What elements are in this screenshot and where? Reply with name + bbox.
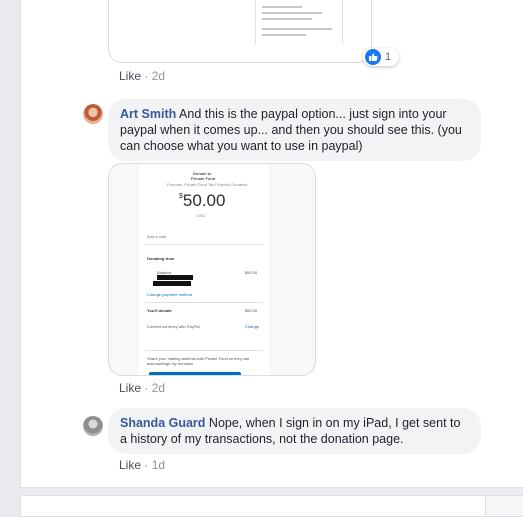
pp-donate-button bbox=[149, 372, 241, 375]
comment-age[interactable]: 2d bbox=[152, 381, 165, 395]
pp-change-method: Change payment method bbox=[147, 292, 192, 297]
pp-currency-symbol: $ bbox=[179, 193, 183, 200]
pp-amount-value: 50.00 bbox=[182, 191, 226, 210]
comment-bubble: Shanda Guard Nope, when I sign in on my … bbox=[108, 408, 481, 454]
pp-you-donate: You'll donate bbox=[147, 308, 172, 313]
divider bbox=[145, 244, 263, 245]
next-post-side-panel bbox=[485, 496, 523, 516]
pp-fund-line: Purpose: Private Fund Tax Finished Donat… bbox=[167, 182, 248, 187]
divider bbox=[145, 302, 263, 303]
document-preview bbox=[255, 0, 343, 44]
redacted-block bbox=[153, 281, 191, 286]
paypal-donation-preview: Donate to Private Fund Purpose: Private … bbox=[139, 164, 269, 375]
thumbs-up-icon bbox=[365, 49, 381, 65]
pp-you-donate-value: $50.00 bbox=[245, 308, 258, 313]
like-link[interactable]: Like bbox=[119, 69, 141, 83]
comment-age[interactable]: 1d bbox=[152, 458, 165, 472]
separator: · bbox=[144, 69, 149, 83]
pp-donating-from: Donating from bbox=[147, 256, 175, 261]
comment-meta: Like · 2d bbox=[119, 381, 165, 395]
comment-author[interactable]: Shanda Guard bbox=[120, 416, 205, 430]
redacted-block bbox=[157, 275, 193, 280]
comment-author[interactable]: Art Smith bbox=[120, 107, 176, 121]
pp-subtitle: Private Fund bbox=[191, 176, 216, 181]
reaction-badge[interactable]: 1 bbox=[363, 48, 400, 66]
pp-currency: USD bbox=[197, 213, 206, 218]
divider bbox=[145, 350, 263, 351]
like-link[interactable]: Like bbox=[119, 458, 141, 472]
pp-share-text: Share your mailing address with Private … bbox=[147, 356, 250, 366]
pp-add-note: Add a note bbox=[147, 234, 167, 239]
next-post-card bbox=[20, 495, 523, 517]
avatar[interactable] bbox=[83, 416, 103, 436]
reaction-count: 1 bbox=[385, 51, 392, 63]
separator: · bbox=[144, 458, 149, 472]
comment-age[interactable]: 2d bbox=[152, 69, 165, 83]
separator: · bbox=[144, 381, 149, 395]
pp-convert: Convert currency with PayPal bbox=[147, 324, 200, 329]
pp-amount: $50.00 bbox=[179, 191, 225, 211]
previous-image-attachment[interactable] bbox=[108, 0, 372, 63]
pp-balance-value: $50.00 bbox=[245, 270, 258, 275]
comment-meta: Like · 1d bbox=[119, 458, 165, 472]
like-link[interactable]: Like bbox=[119, 381, 141, 395]
pp-convert-action: Change bbox=[245, 324, 260, 329]
comment-bubble: Art Smith And this is the paypal option.… bbox=[108, 99, 481, 161]
avatar[interactable] bbox=[83, 104, 103, 124]
top-comment-meta: Like · 2d bbox=[119, 69, 165, 83]
paypal-screenshot-attachment[interactable]: Donate to Private Fund Purpose: Private … bbox=[108, 163, 316, 376]
